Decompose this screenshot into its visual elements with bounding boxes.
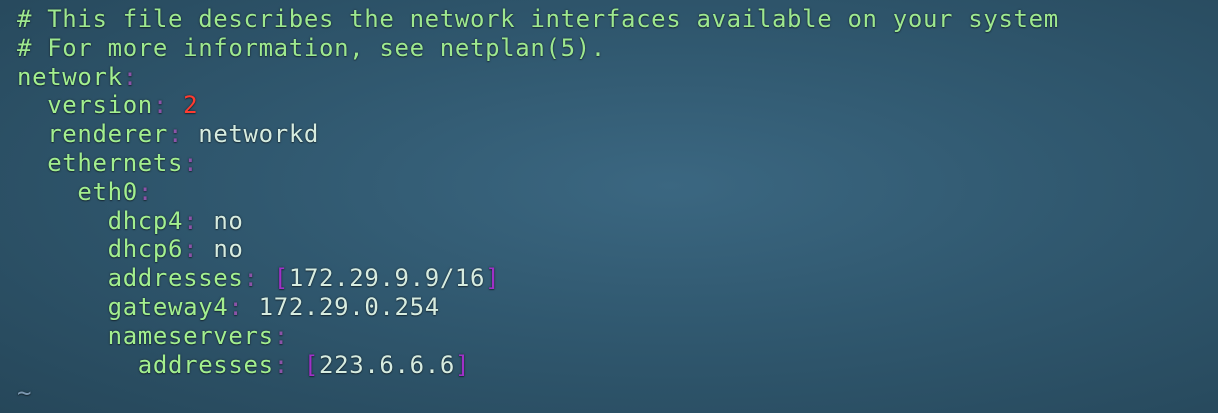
comment-line-1: # This file describes the network interf… <box>17 5 1059 33</box>
yaml-indent <box>17 293 108 321</box>
yaml-line-version: version: 2 <box>17 91 1218 120</box>
yaml-key-gateway4: gateway4 <box>107 292 229 321</box>
yaml-line-gateway4: gateway4: 172.29.0.254 <box>17 293 1218 322</box>
yaml-key-nameserver-addresses: addresses <box>137 350 274 379</box>
yaml-key-addresses: addresses <box>107 264 244 293</box>
yaml-line-eth0: eth0: <box>17 178 1218 207</box>
yaml-indent <box>17 235 108 263</box>
yaml-key-nameservers: nameservers <box>107 321 274 350</box>
yaml-key-network: network <box>17 62 123 91</box>
yaml-value-addresses: 172.29.9.9/16 <box>288 264 486 293</box>
yaml-colon: : <box>183 206 199 235</box>
yaml-indent <box>17 264 108 292</box>
yaml-key-version: version <box>47 91 153 120</box>
yaml-colon: : <box>243 264 259 293</box>
yaml-colon: : <box>228 292 244 321</box>
yaml-value-renderer: networkd <box>198 120 320 149</box>
yaml-colon: : <box>273 350 289 379</box>
yaml-open-bracket: [ <box>273 264 289 293</box>
yaml-value-gateway4: 172.29.0.254 <box>258 292 440 321</box>
editor-buffer[interactable]: # This file describes the network interf… <box>0 0 1218 413</box>
yaml-indent <box>17 207 108 235</box>
yaml-value-dhcp4: no <box>213 206 244 235</box>
yaml-colon: : <box>183 148 199 177</box>
yaml-open-bracket: [ <box>303 350 320 379</box>
yaml-line-ethernets: ethernets: <box>17 149 1218 178</box>
yaml-value-version: 2 <box>183 91 199 120</box>
yaml-line-dhcp4: dhcp4: no <box>17 207 1218 236</box>
yaml-indent <box>17 120 47 148</box>
yaml-indent <box>17 351 138 379</box>
yaml-key-renderer: renderer <box>47 120 168 149</box>
yaml-colon: : <box>152 91 169 120</box>
yaml-colon: : <box>183 235 199 264</box>
yaml-colon: : <box>273 321 289 350</box>
yaml-key-dhcp6: dhcp6 <box>107 235 184 264</box>
yaml-line-network: network: <box>17 63 1218 92</box>
yaml-key-eth0: eth0 <box>77 177 138 206</box>
yaml-line-renderer: renderer: networkd <box>17 120 1218 149</box>
yaml-indent <box>17 322 108 350</box>
yaml-line-nameserver-addresses: addresses: [223.6.6.6] <box>17 351 1218 380</box>
yaml-close-bracket: ] <box>454 350 471 379</box>
yaml-colon: : <box>122 62 138 91</box>
yaml-line-dhcp6: dhcp6: no <box>17 235 1218 264</box>
yaml-indent <box>17 91 47 119</box>
yaml-indent <box>17 178 77 206</box>
yaml-key-ethernets: ethernets <box>47 148 184 177</box>
yaml-indent <box>17 149 47 177</box>
yaml-close-bracket: ] <box>485 264 501 293</box>
empty-line-marker: ~ <box>17 379 33 408</box>
comment-line-2: # For more information, see netplan(5). <box>17 33 606 62</box>
yaml-colon: : <box>137 177 153 206</box>
yaml-line-nameservers: nameservers: <box>17 322 1218 351</box>
yaml-line-addresses: addresses: [172.29.9.9/16] <box>17 264 1218 293</box>
yaml-key-dhcp4: dhcp4 <box>107 206 184 235</box>
yaml-colon: : <box>168 120 184 149</box>
yaml-value-nameserver-addresses: 223.6.6.6 <box>319 350 455 379</box>
yaml-value-dhcp6: no <box>213 235 244 264</box>
